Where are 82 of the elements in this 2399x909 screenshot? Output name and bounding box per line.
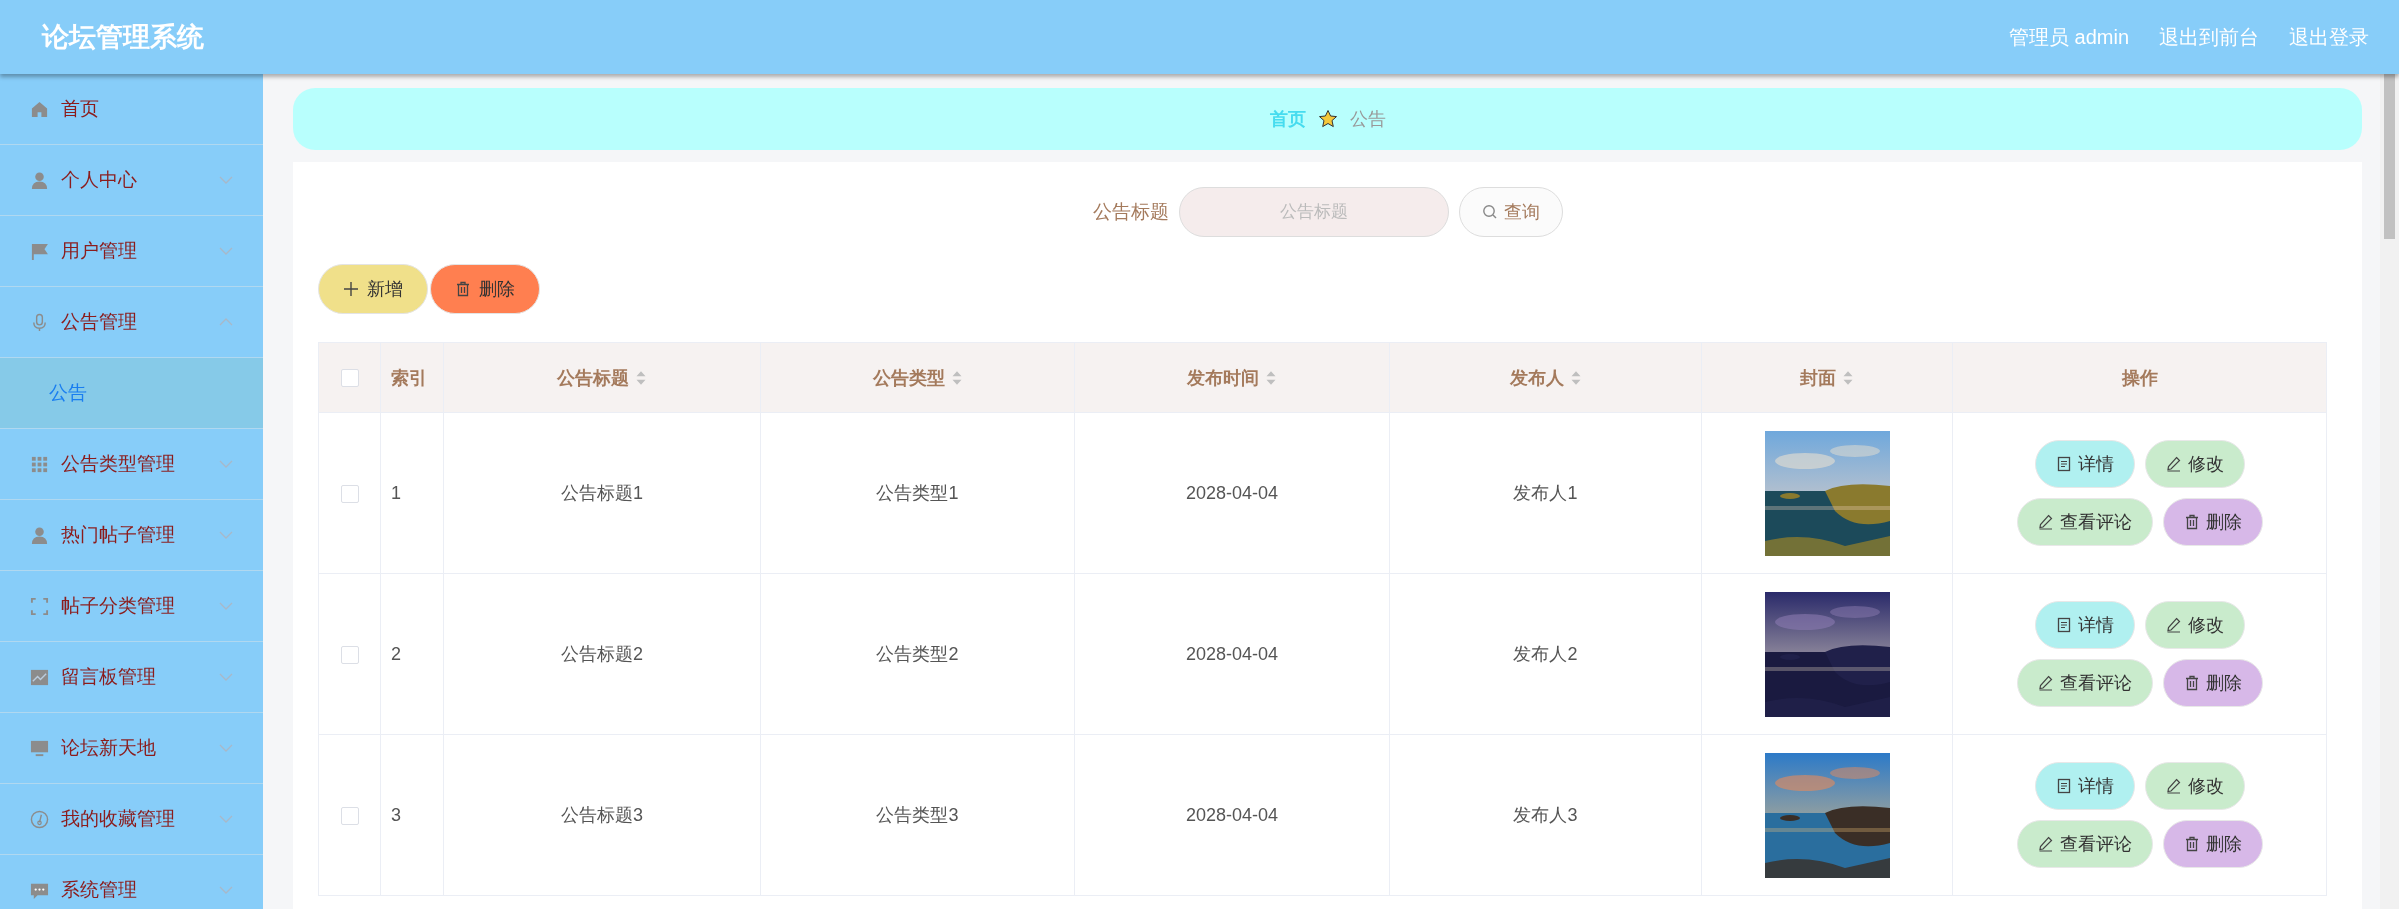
delete-button[interactable]: 删除 (2162, 498, 2263, 546)
plus-icon (343, 281, 359, 297)
detail-button[interactable]: 详情 (2034, 762, 2135, 810)
app-title: 论坛管理系统 (42, 21, 204, 54)
home-icon (30, 99, 49, 119)
delete-button[interactable]: 删除 (430, 264, 540, 314)
comments-button[interactable]: 查看评论 (2016, 498, 2153, 546)
column-header: 索引 (391, 366, 427, 390)
column-header[interactable]: 封面 (1800, 365, 1854, 390)
trash-icon (2183, 514, 2200, 530)
table-cell: 2028-04-04 (1185, 804, 1279, 825)
scrollbar-thumb[interactable] (2384, 74, 2395, 239)
trash-icon (455, 281, 471, 297)
column-header[interactable]: 公告类型 (872, 365, 963, 390)
delete-button[interactable]: 删除 (2162, 820, 2263, 868)
menu-item[interactable]: 帖子分类管理 (0, 571, 263, 642)
trash-icon (2183, 675, 2200, 691)
search-field[interactable]: 公告标题 (1178, 187, 1449, 237)
menu-item[interactable]: 公告类型管理 (0, 429, 263, 500)
select-all-checkbox[interactable] (340, 369, 359, 388)
chart-icon (30, 667, 49, 687)
search-icon (1481, 204, 1498, 220)
pencil-icon (2165, 617, 2182, 633)
column-header[interactable]: 发布时间 (1187, 365, 1277, 390)
search-label: 公告标题 (1092, 200, 1169, 224)
edit-button[interactable]: 修改 (2144, 440, 2245, 488)
table-cell: 2028-04-04 (1185, 643, 1279, 664)
pencil-icon (2037, 675, 2054, 691)
document-icon (2055, 617, 2072, 633)
edit-button[interactable]: 修改 (2144, 762, 2245, 810)
table-cell: 2028-04-04 (1185, 482, 1279, 503)
flag-icon (30, 241, 49, 261)
comments-button[interactable]: 查看评论 (2016, 659, 2153, 707)
menu-item[interactable]: 我的收藏管理 (0, 784, 263, 855)
pencil-icon (2165, 778, 2182, 794)
detail-button[interactable]: 详情 (2034, 601, 2135, 649)
table-cell: 发布人1 (1513, 483, 1578, 503)
menu-item[interactable]: 留言板管理 (0, 642, 263, 713)
gauge-icon (30, 809, 49, 829)
menu-item[interactable]: 系统管理 (0, 855, 263, 909)
document-icon (2055, 456, 2072, 472)
table-cell: 公告类型2 (876, 644, 959, 664)
menu-item[interactable]: 用户管理 (0, 216, 263, 287)
detail-button[interactable]: 详情 (2034, 440, 2135, 488)
column-header[interactable]: 公告标题 (557, 365, 647, 390)
trash-icon (2183, 836, 2200, 852)
pencil-icon (2037, 836, 2054, 852)
table-cell: 公告类型1 (876, 483, 959, 503)
table-cell: 1 (391, 482, 401, 503)
star-icon (1317, 109, 1338, 129)
document-icon (2055, 778, 2072, 794)
pencil-icon (2037, 514, 2054, 530)
pencil-icon (2165, 456, 2182, 472)
table-cell: 公告标题1 (561, 483, 643, 503)
row-checkbox[interactable] (340, 645, 359, 664)
menu-item[interactable]: 论坛新天地 (0, 713, 263, 784)
menu-item[interactable]: 热门帖子管理 (0, 500, 263, 571)
frame-icon (30, 596, 49, 616)
menu-item[interactable]: 首页 (0, 74, 263, 145)
monitor-icon (30, 738, 49, 758)
scrollbar[interactable] (2380, 74, 2399, 909)
menu-item[interactable]: 个人中心 (0, 145, 263, 216)
person-icon (30, 170, 49, 190)
table-cell: 公告类型3 (876, 805, 959, 825)
table-cell: 公告标题2 (561, 644, 643, 664)
table-cell: 发布人2 (1513, 644, 1578, 664)
column-header[interactable]: 发布人 (1509, 365, 1582, 390)
edit-button[interactable]: 修改 (2144, 601, 2245, 649)
table-cell: 2 (391, 643, 401, 664)
comments-button[interactable]: 查看评论 (2016, 820, 2153, 868)
table-cell: 3 (391, 804, 401, 825)
row-checkbox[interactable] (340, 484, 359, 503)
person-icon (30, 525, 49, 545)
table-cell: 发布人3 (1513, 805, 1578, 825)
row-checkbox[interactable] (340, 806, 359, 825)
grid-icon (30, 454, 49, 474)
delete-button[interactable]: 删除 (2162, 659, 2263, 707)
search-button[interactable]: 查询 (1458, 187, 1563, 237)
column-header: 操作 (2121, 366, 2158, 390)
table-cell: 公告标题3 (561, 805, 643, 825)
microphone-icon (30, 312, 49, 332)
add-button[interactable]: 新增 (318, 264, 428, 314)
